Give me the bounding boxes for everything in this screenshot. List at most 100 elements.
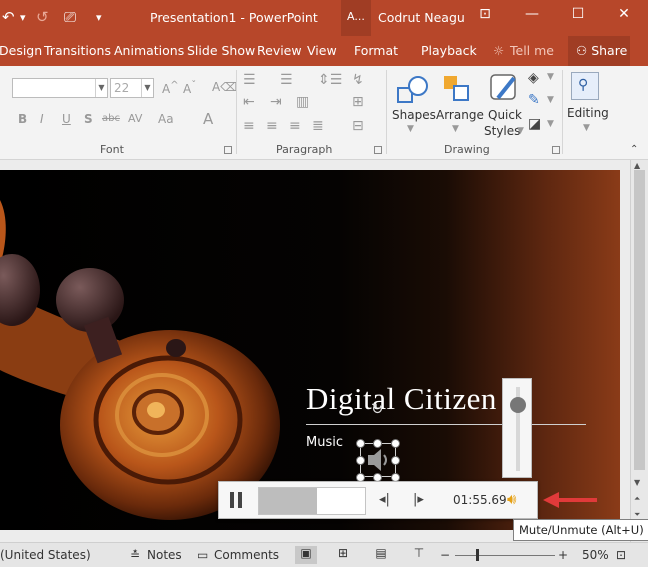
resize-handle[interactable] xyxy=(356,439,365,448)
close-icon[interactable]: ✕ xyxy=(612,6,636,22)
align-center-icon[interactable]: ≡ xyxy=(266,118,278,134)
zoom-level[interactable]: 50% xyxy=(582,548,609,562)
volume-slider[interactable] xyxy=(502,378,532,478)
slide-subtitle[interactable]: Music xyxy=(306,435,343,450)
paragraph-dialog-launcher-icon[interactable] xyxy=(374,146,382,154)
bullets-icon[interactable]: ☰ xyxy=(243,72,256,88)
playback-progress-bar[interactable] xyxy=(258,487,366,515)
tab-review[interactable]: Review xyxy=(257,43,302,58)
shadow-button[interactable]: S xyxy=(84,112,93,126)
collapse-ribbon-icon[interactable]: ⌃ xyxy=(630,144,638,155)
slide-title[interactable]: Digital Citizen xyxy=(306,381,497,417)
move-back-icon[interactable]: ◂| xyxy=(379,492,390,507)
tab-design[interactable]: Design xyxy=(0,43,42,58)
drawing-dialog-launcher-icon[interactable] xyxy=(552,146,560,154)
line-spacing-icon[interactable]: ⇕☰ xyxy=(318,72,342,88)
decrease-indent-icon[interactable]: ⇤ xyxy=(243,94,255,110)
rotate-handle-icon[interactable]: ↻ xyxy=(371,400,384,418)
scroll-up-icon[interactable]: ▲ xyxy=(634,161,640,170)
resize-handle[interactable] xyxy=(391,439,400,448)
font-size-box[interactable]: 22 ▼ xyxy=(110,78,154,98)
tell-me-box[interactable]: Tell me xyxy=(510,43,554,58)
quick-styles-label-2[interactable]: Styles xyxy=(484,124,520,138)
chevron-down-icon[interactable]: ▼ xyxy=(547,95,554,105)
redo-icon[interactable]: ↺ xyxy=(36,8,49,26)
change-case-button[interactable]: Aa xyxy=(158,112,174,126)
tab-playback[interactable]: Playback xyxy=(421,43,477,58)
zoom-out-icon[interactable]: − xyxy=(440,548,450,562)
tab-animations[interactable]: Animations xyxy=(114,43,184,58)
slide-sorter-icon[interactable]: ⊞ xyxy=(332,546,354,564)
align-left-icon[interactable]: ≡ xyxy=(243,118,255,134)
ribbon-display-options-icon[interactable]: ⊡ xyxy=(473,6,497,22)
italic-button[interactable]: I xyxy=(40,112,44,126)
notes-icon[interactable]: ≛ xyxy=(130,548,140,562)
undo-icon[interactable]: ↶ xyxy=(2,8,15,26)
tab-format[interactable]: Format xyxy=(354,43,398,58)
clear-formatting-icon[interactable]: A⌫ xyxy=(212,80,237,94)
scroll-down-icon[interactable]: ▼ xyxy=(634,478,640,487)
share-button[interactable]: ⚇ Share xyxy=(568,36,630,66)
quick-styles-label-1[interactable]: Quick xyxy=(488,108,522,122)
align-text-icon[interactable]: ⊞ xyxy=(352,94,364,110)
customize-qat-icon[interactable]: ▾ xyxy=(96,11,102,24)
bold-button[interactable]: B xyxy=(18,112,27,126)
arrange-icon[interactable] xyxy=(442,74,472,104)
undo-dropdown-icon[interactable]: ▾ xyxy=(20,11,26,24)
maximize-icon[interactable]: ☐ xyxy=(566,6,590,22)
chevron-down-icon[interactable]: ▼ xyxy=(95,79,107,97)
start-from-beginning-icon[interactable]: ⎚ xyxy=(64,8,76,26)
reading-view-icon[interactable]: ▤ xyxy=(370,546,392,564)
chevron-down-icon[interactable]: ▼ xyxy=(547,72,554,82)
editing-label[interactable]: Editing xyxy=(567,106,609,120)
previous-slide-icon[interactable]: ⏶ xyxy=(634,494,640,504)
underline-button[interactable]: U xyxy=(62,112,71,126)
volume-knob[interactable] xyxy=(510,397,526,414)
shapes-icon[interactable] xyxy=(396,74,430,108)
comments-button[interactable]: Comments xyxy=(214,548,279,562)
grow-font-icon[interactable]: A^ xyxy=(162,80,179,96)
notes-button[interactable]: Notes xyxy=(147,548,182,562)
strikethrough-button[interactable]: abc xyxy=(102,113,120,124)
resize-handle[interactable] xyxy=(373,439,382,448)
shrink-font-icon[interactable]: Aˇ xyxy=(183,80,196,96)
minimize-icon[interactable]: — xyxy=(520,6,544,22)
resize-handle[interactable] xyxy=(356,456,365,465)
columns-icon[interactable]: ▥ xyxy=(296,94,309,110)
font-dialog-launcher-icon[interactable] xyxy=(224,146,232,154)
shape-fill-icon[interactable]: ◈ xyxy=(528,70,539,86)
zoom-in-icon[interactable]: + xyxy=(558,548,568,562)
vertical-scrollbar[interactable]: ▲ ▼ ⏶ ⏷ xyxy=(630,160,648,542)
arrange-label[interactable]: Arrange xyxy=(436,108,484,122)
user-name[interactable]: Codrut Neagu xyxy=(378,10,465,25)
font-color-button[interactable]: A xyxy=(203,110,213,128)
chevron-down-icon[interactable]: ▼ xyxy=(141,79,153,97)
slide-show-view-icon[interactable]: ⊤ xyxy=(408,546,430,564)
tab-view[interactable]: View xyxy=(307,43,337,58)
text-direction-icon[interactable]: ↯ xyxy=(352,72,364,88)
chevron-down-icon[interactable]: ▼ xyxy=(547,119,554,129)
chevron-down-icon[interactable]: ▼ xyxy=(407,124,414,134)
align-right-icon[interactable]: ≡ xyxy=(289,118,301,134)
smartart-icon[interactable]: ⊟ xyxy=(352,118,364,134)
increase-indent-icon[interactable]: ⇥ xyxy=(270,94,282,110)
chevron-down-icon[interactable]: ▼ xyxy=(452,124,459,134)
pause-button[interactable] xyxy=(229,492,243,508)
move-forward-icon[interactable]: |▸ xyxy=(413,492,424,507)
comment-icon[interactable]: ▭ xyxy=(197,548,208,562)
resize-handle[interactable] xyxy=(391,456,400,465)
shape-outline-icon[interactable]: ✎ xyxy=(528,92,540,108)
zoom-slider[interactable] xyxy=(455,555,555,556)
shape-effects-icon[interactable]: ◪ xyxy=(528,116,541,132)
editing-button[interactable]: ⚲ xyxy=(571,72,599,100)
language-indicator[interactable]: (United States) xyxy=(0,548,91,562)
normal-view-icon[interactable]: ▣ xyxy=(295,546,317,564)
zoom-knob[interactable] xyxy=(476,549,479,561)
fit-to-window-icon[interactable]: ⊡ xyxy=(616,548,626,562)
volume-icon[interactable]: 🔊︎ xyxy=(507,490,516,508)
tab-slide-show[interactable]: Slide Show xyxy=(187,43,255,58)
justify-icon[interactable]: ≣ xyxy=(312,118,324,134)
shapes-label[interactable]: Shapes xyxy=(392,108,436,122)
chevron-down-icon[interactable]: ▼ xyxy=(517,126,524,136)
tab-transitions[interactable]: Transitions xyxy=(44,43,111,58)
